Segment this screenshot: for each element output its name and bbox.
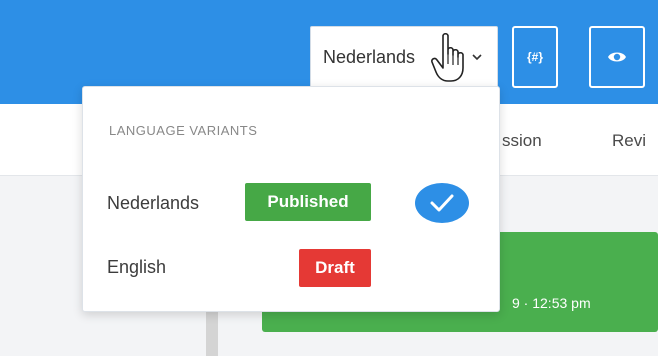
variant-item-nederlands[interactable]: Nederlands: [107, 193, 199, 214]
hand-pointer-icon: [431, 32, 464, 82]
language-variants-dropdown: LANGUAGE VARIANTS Nederlands Published E…: [82, 86, 500, 312]
language-select-value: Nederlands: [323, 46, 416, 67]
status-badge-draft: Draft: [299, 249, 371, 287]
checkmark-circle-icon: [415, 183, 469, 223]
dropdown-heading: LANGUAGE VARIANTS: [109, 123, 258, 138]
language-select[interactable]: Nederlands: [310, 26, 498, 88]
card-timestamp: 9 · 12:53 pm: [512, 295, 591, 311]
chevron-down-icon: [472, 54, 482, 61]
eye-icon: [608, 52, 626, 62]
preview-button[interactable]: [589, 26, 645, 88]
status-badge-published: Published: [245, 183, 371, 221]
tab-review[interactable]: Revi: [612, 131, 646, 151]
code-hash-icon: {#}: [526, 50, 543, 64]
variant-item-english[interactable]: English: [107, 257, 166, 278]
tab-submission[interactable]: ssion: [502, 131, 542, 151]
code-button[interactable]: {#}: [512, 26, 558, 88]
